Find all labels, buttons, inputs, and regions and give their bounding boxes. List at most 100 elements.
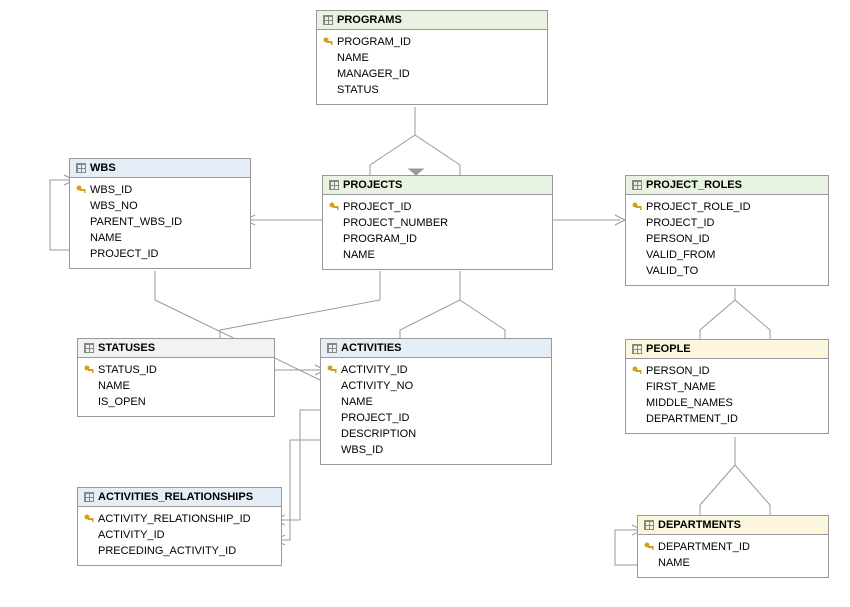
table-column: PROJECT_ROLE_ID [632,199,822,215]
column-label: WBS_ID [90,182,132,198]
table-column: MANAGER_ID [323,66,541,82]
table-body: STATUS_ID NAME IS_OPEN [78,358,274,416]
table-column: NAME [644,555,822,571]
column-label: STATUS [337,82,379,98]
table-title: PROJECT_ROLES [646,179,742,191]
column-label: MIDDLE_NAMES [646,395,733,411]
table-icon [632,344,642,354]
column-label: NAME [337,50,369,66]
column-label: NAME [658,555,690,571]
table-header: PEOPLE [626,340,828,359]
key-icon [329,202,339,212]
column-label: ACTIVITY_ID [98,527,165,543]
column-label: PROGRAM_ID [337,34,411,50]
column-label: VALID_TO [646,263,698,279]
table-body: ACTIVITY_RELATIONSHIP_ID ACTIVITY_ID PRE… [78,507,281,565]
table-column: MIDDLE_NAMES [632,395,822,411]
column-label: PARENT_WBS_ID [90,214,182,230]
key-icon [327,365,337,375]
column-label: DEPARTMENT_ID [658,539,750,555]
table-column: PROGRAM_ID [323,34,541,50]
table-column: PROJECT_ID [632,215,822,231]
table-column: ACTIVITY_ID [327,362,545,378]
key-icon [84,365,94,375]
table-header: DEPARTMENTS [638,516,828,535]
table-column: PERSON_ID [632,363,822,379]
table-body: PERSON_ID FIRST_NAME MIDDLE_NAMES DEPART… [626,359,828,433]
table-column: PERSON_ID [632,231,822,247]
table-wbs: WBS WBS_ID WBS_NO PARENT_WBS_ID NAME PRO… [69,158,251,269]
table-icon [84,492,94,502]
key-icon [644,542,654,552]
table-title: STATUSES [98,342,155,354]
column-label: PROJECT_ID [341,410,409,426]
table-column: PROJECT_ID [329,199,546,215]
table-column: DEPARTMENT_ID [632,411,822,427]
table-column: WBS_ID [327,442,545,458]
table-column: PARENT_WBS_ID [76,214,244,230]
table-column: NAME [327,394,545,410]
table-title: PROJECTS [343,179,402,191]
table-title: PEOPLE [646,343,691,355]
table-column: PRECEDING_ACTIVITY_ID [84,543,275,559]
column-label: WBS_NO [90,198,138,214]
column-label: PROJECT_NUMBER [343,215,448,231]
table-icon [327,343,337,353]
table-header: STATUSES [78,339,274,358]
column-label: PROGRAM_ID [343,231,417,247]
key-icon [84,514,94,524]
table-title: WBS [90,162,116,174]
column-label: VALID_FROM [646,247,715,263]
table-column: ACTIVITY_ID [84,527,275,543]
column-label: PROJECT_ROLE_ID [646,199,751,215]
table-header: ACTIVITIES [321,339,551,358]
table-title: DEPARTMENTS [658,519,741,531]
table-column: STATUS [323,82,541,98]
column-label: STATUS_ID [98,362,157,378]
table-header: PROGRAMS [317,11,547,30]
table-body: PROJECT_ID PROJECT_NUMBER PROGRAM_ID NAM… [323,195,552,269]
column-label: FIRST_NAME [646,379,716,395]
column-label: PROJECT_ID [646,215,714,231]
column-label: MANAGER_ID [337,66,410,82]
table-icon [644,520,654,530]
table-column: PROJECT_NUMBER [329,215,546,231]
table-column: IS_OPEN [84,394,268,410]
column-label: PROJECT_ID [90,246,158,262]
table-column: STATUS_ID [84,362,268,378]
table-title: PROGRAMS [337,14,402,26]
table-activities-relationships: ACTIVITIES_RELATIONSHIPS ACTIVITY_RELATI… [77,487,282,566]
key-icon [76,185,86,195]
table-departments: DEPARTMENTS DEPARTMENT_ID NAME [637,515,829,578]
table-column: FIRST_NAME [632,379,822,395]
column-label: PERSON_ID [646,363,710,379]
table-body: PROJECT_ROLE_ID PROJECT_ID PERSON_ID VAL… [626,195,828,285]
table-column: NAME [329,247,546,263]
table-header: WBS [70,159,250,178]
column-label: PRECEDING_ACTIVITY_ID [98,543,236,559]
column-label: ACTIVITY_ID [341,362,408,378]
table-body: ACTIVITY_ID ACTIVITY_NO NAME PROJECT_ID … [321,358,551,464]
table-header: PROJECTS [323,176,552,195]
table-icon [84,343,94,353]
table-column: ACTIVITY_NO [327,378,545,394]
table-activities: ACTIVITIES ACTIVITY_ID ACTIVITY_NO NAME … [320,338,552,465]
table-people: PEOPLE PERSON_ID FIRST_NAME MIDDLE_NAMES… [625,339,829,434]
table-body: WBS_ID WBS_NO PARENT_WBS_ID NAME PROJECT… [70,178,250,268]
table-column: DEPARTMENT_ID [644,539,822,555]
table-column: NAME [84,378,268,394]
column-label: NAME [343,247,375,263]
table-body: DEPARTMENT_ID NAME [638,535,828,577]
column-label: PROJECT_ID [343,199,411,215]
table-column: PROGRAM_ID [329,231,546,247]
column-label: DESCRIPTION [341,426,416,442]
table-icon [329,180,339,190]
table-column: PROJECT_ID [327,410,545,426]
key-icon [632,202,642,212]
table-icon [76,163,86,173]
table-column: DESCRIPTION [327,426,545,442]
table-column: NAME [323,50,541,66]
column-label: NAME [90,230,122,246]
column-label: DEPARTMENT_ID [646,411,738,427]
table-title: ACTIVITIES [341,342,402,354]
